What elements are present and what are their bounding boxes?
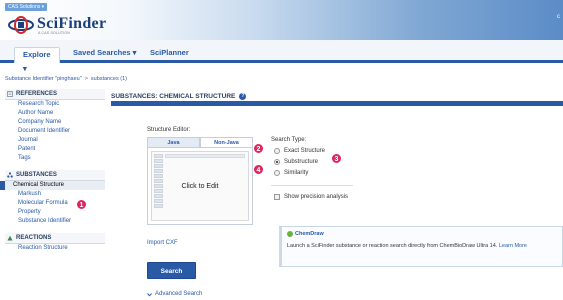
tab-saved-searches[interactable]: Saved Searches ▾ bbox=[65, 46, 144, 62]
page-title: SUBSTANCES: CHEMICAL STRUCTURE ? bbox=[111, 92, 563, 106]
sidebar-heading-label: REFERENCES bbox=[16, 90, 58, 97]
sidebar-item-property[interactable]: Property bbox=[5, 208, 105, 217]
tab-explore[interactable]: Explore ▾ bbox=[14, 47, 60, 73]
chemdraw-logo: ChemDraw bbox=[287, 231, 324, 237]
sidebar-item-research-topic[interactable]: Research Topic bbox=[5, 100, 105, 109]
sidebar-item-company-name[interactable]: Company Name bbox=[5, 118, 105, 127]
sidebar-heading-label: SUBSTANCES bbox=[16, 171, 57, 178]
sidebar-item-substance-identifier[interactable]: Substance Identifier bbox=[5, 217, 105, 226]
search-type-label: Search Type: bbox=[271, 137, 307, 143]
sidebar: REFERENCES Research Topic Author Name Co… bbox=[0, 89, 105, 253]
advanced-search-label: Advanced Search bbox=[155, 291, 203, 297]
structure-editor-label: Structure Editor: bbox=[147, 127, 191, 133]
sidebar-heading-label: REACTIONS bbox=[16, 234, 52, 241]
radio-button[interactable] bbox=[274, 169, 280, 176]
molecule-icon bbox=[7, 172, 13, 178]
radio-substructure[interactable]: Substructure bbox=[274, 157, 318, 166]
chevron-down-icon bbox=[147, 292, 152, 297]
chemdraw-icon bbox=[287, 231, 293, 237]
callout-marker-3: 3 bbox=[331, 153, 342, 164]
precision-label: Show precision analysis bbox=[284, 194, 349, 200]
app-header: CAS Solutions ▾ SciFinder A CAS SOLUTION… bbox=[0, 0, 563, 40]
header-corner-glyph: c bbox=[557, 14, 560, 20]
logo-subtitle: A CAS SOLUTION bbox=[38, 31, 70, 35]
radio-button[interactable] bbox=[274, 158, 280, 165]
radio-similarity[interactable]: Similarity bbox=[274, 168, 308, 177]
callout-marker-4: 4 bbox=[253, 164, 264, 175]
sidebar-item-journal[interactable]: Journal bbox=[5, 136, 105, 145]
chemdraw-description: Launch a SciFinder substance or reaction… bbox=[287, 242, 557, 250]
callout-marker-1: 1 bbox=[76, 199, 87, 210]
sidebar-heading-references[interactable]: REFERENCES bbox=[5, 89, 105, 100]
sidebar-item-reaction-structure[interactable]: Reaction Structure bbox=[5, 244, 105, 253]
scifinder-logo-icon bbox=[8, 16, 34, 34]
editor-toolbar-top bbox=[165, 154, 245, 158]
search-button[interactable]: Search bbox=[147, 262, 196, 279]
precision-analysis-option[interactable]: Show precision analysis bbox=[274, 194, 348, 200]
main-nav: Explore ▾ Saved Searches ▾ SciPlanner bbox=[0, 40, 563, 73]
page-title-text: SUBSTANCES: CHEMICAL STRUCTURE bbox=[111, 93, 236, 100]
breadcrumb: Substance Identifier "pinghaeu" > substanc… bbox=[5, 76, 127, 82]
breadcrumb-link-results[interactable]: substances (1) bbox=[91, 76, 127, 82]
reaction-icon bbox=[7, 235, 13, 241]
radio-exact-structure[interactable]: Exact Structure bbox=[274, 146, 325, 155]
click-to-edit-label[interactable]: Click to Edit bbox=[152, 183, 248, 190]
sidebar-heading-substances[interactable]: SUBSTANCES bbox=[5, 170, 105, 181]
divider bbox=[271, 185, 353, 186]
sidebar-item-chemical-structure[interactable]: Chemical Structure bbox=[0, 181, 105, 190]
breadcrumb-link-search[interactable]: Substance Identifier "pinghaeu" bbox=[5, 76, 82, 82]
editor-canvas[interactable]: Click to Edit bbox=[151, 151, 249, 221]
chemdraw-text: Launch a SciFinder substance or reaction… bbox=[287, 243, 498, 249]
scifinder-logo[interactable]: SciFinder A CAS SOLUTION bbox=[7, 15, 137, 37]
sidebar-item-molecular-formula[interactable]: Molecular Formula bbox=[5, 199, 105, 208]
chemdraw-title: ChemDraw bbox=[295, 231, 324, 237]
learn-more-link[interactable]: Learn More bbox=[499, 243, 527, 249]
callout-marker-2: 2 bbox=[253, 143, 264, 154]
help-icon[interactable]: ? bbox=[239, 93, 247, 100]
sidebar-item-document-identifier[interactable]: Document Identifier bbox=[5, 127, 105, 136]
radio-label: Similarity bbox=[284, 169, 309, 176]
advanced-search-link[interactable]: Advanced Search bbox=[147, 291, 202, 297]
breadcrumb-separator: > bbox=[84, 76, 88, 82]
document-icon bbox=[7, 91, 13, 97]
radio-label: Exact Structure bbox=[284, 147, 326, 154]
import-cxf-link[interactable]: Import CXF bbox=[147, 240, 178, 246]
cas-solutions-menu[interactable]: CAS Solutions ▾ bbox=[5, 3, 48, 11]
sidebar-heading-reactions[interactable]: REACTIONS bbox=[5, 233, 105, 244]
tab-sciplanner[interactable]: SciPlanner bbox=[142, 46, 197, 62]
sidebar-item-patent[interactable]: Patent bbox=[5, 145, 105, 154]
checkbox[interactable] bbox=[274, 194, 280, 200]
radio-button[interactable] bbox=[274, 147, 280, 154]
radio-label: Substructure bbox=[284, 158, 319, 165]
sidebar-item-markush[interactable]: Markush bbox=[5, 190, 105, 199]
structure-editor[interactable]: Click to Edit bbox=[147, 147, 253, 225]
sidebar-item-tags[interactable]: Tags bbox=[5, 154, 105, 163]
sidebar-item-author-name[interactable]: Author Name bbox=[5, 109, 105, 118]
chemdraw-panel: ChemDraw Launch a SciFinder substance or… bbox=[279, 226, 563, 267]
